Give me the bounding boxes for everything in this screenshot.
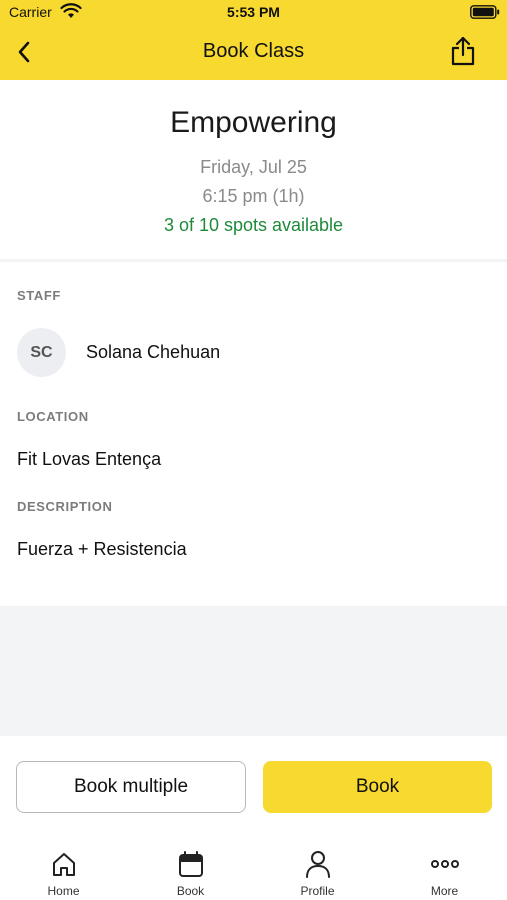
more-icon xyxy=(430,860,459,868)
class-name: Empowering xyxy=(170,106,337,139)
person-icon xyxy=(305,851,330,878)
spots-available: 3 of 10 spots available xyxy=(163,215,344,235)
description-section-label: DESCRIPTION xyxy=(17,499,113,514)
tab-bar: Home Book Profile More xyxy=(0,836,507,900)
book-button[interactable]: Book xyxy=(263,761,492,813)
tab-more[interactable]: More xyxy=(381,836,507,900)
battery-icon xyxy=(470,5,500,24)
calendar-icon xyxy=(178,851,203,877)
description-value: Fuerza + Resistencia xyxy=(17,539,187,559)
top-bar: Carrier 5:53 PM Book Class xyxy=(0,0,507,80)
page-title: Book Class xyxy=(202,40,305,62)
tab-home-label: Home xyxy=(47,884,80,898)
class-date: Friday, Jul 25 xyxy=(200,157,307,177)
class-time: 6:15 pm (1h) xyxy=(202,186,305,206)
tab-profile[interactable]: Profile xyxy=(254,836,381,900)
share-icon xyxy=(451,36,475,66)
book-multiple-button[interactable]: Book multiple xyxy=(16,761,246,813)
tab-profile-label: Profile xyxy=(300,884,335,898)
tab-book[interactable]: Book xyxy=(127,836,254,900)
tab-book-label: Book xyxy=(176,884,205,898)
tab-more-label: More xyxy=(430,884,459,898)
status-bar: Carrier 5:53 PM xyxy=(0,0,507,26)
class-header: Empowering Friday, Jul 25 6:15 pm (1h) 3… xyxy=(0,80,507,262)
status-time: 5:53 PM xyxy=(227,4,280,20)
location-value: Fit Lovas Entença xyxy=(17,449,162,469)
tab-home[interactable]: Home xyxy=(0,836,127,900)
content-spacer xyxy=(0,606,507,736)
home-icon xyxy=(52,853,75,876)
navigation-bar: Book Class xyxy=(0,28,507,76)
staff-name: Solana Chehuan xyxy=(86,342,221,362)
staff-avatar: SC xyxy=(17,328,66,377)
staff-section-label: STAFF xyxy=(17,288,61,303)
location-section-label: LOCATION xyxy=(17,409,89,424)
share-button[interactable] xyxy=(446,34,480,68)
